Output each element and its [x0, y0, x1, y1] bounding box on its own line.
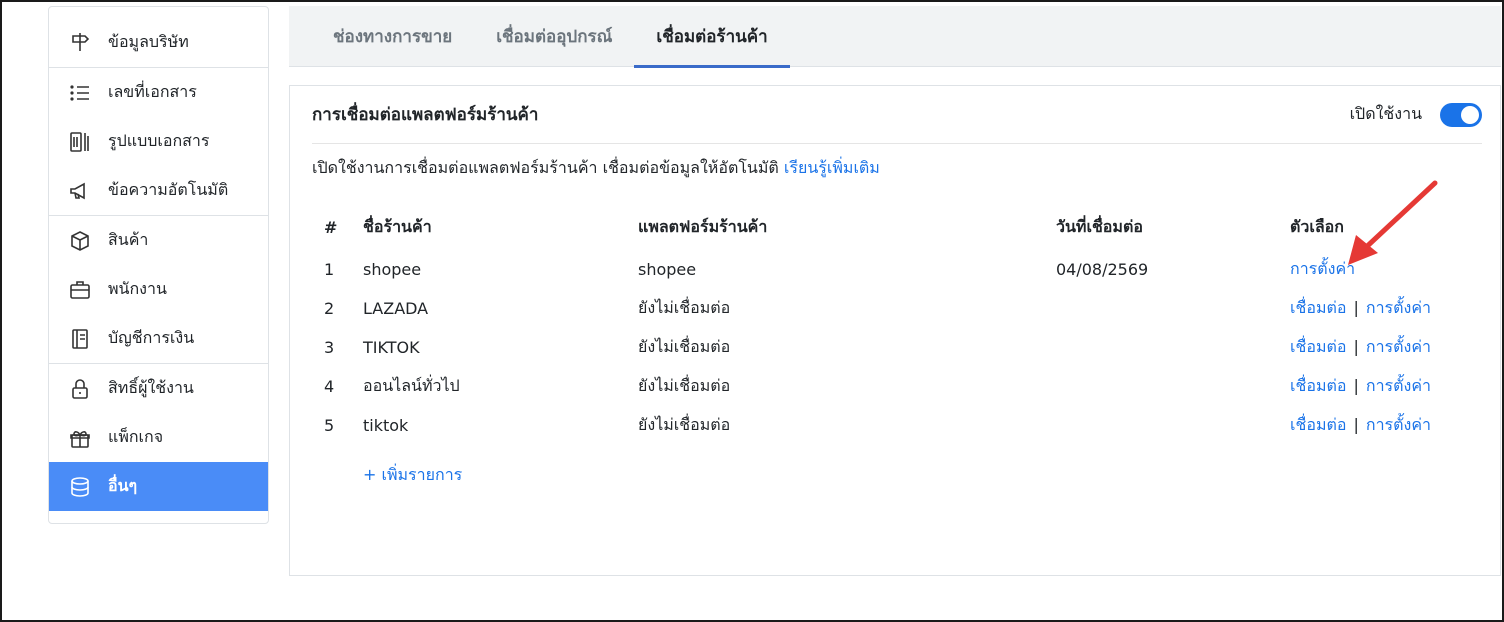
connect-date [1056, 406, 1290, 445]
sidebar-item-document-tools[interactable]: รูปแบบเอกสาร [49, 117, 268, 166]
sidebar-item-label: รูปแบบเอกสาร [108, 131, 210, 150]
row-options: เชื่อมต่อ | การตั้งค่า [1290, 328, 1490, 367]
briefcase-icon [67, 277, 93, 303]
header-store-name: ชื่อร้านค้า [363, 216, 432, 236]
sidebar-item-label: ข้อความอัตโนมัติ [108, 180, 229, 199]
gift-icon [67, 425, 93, 451]
connect-date: 04/08/2569 [1056, 260, 1149, 279]
card-description: เปิดใช้งานการเชื่อมต่อแพลตฟอร์มร้านค้า เ… [312, 156, 880, 181]
tab-bar: ช่องทางการขาย เชื่อมต่ออุปกรณ์ เชื่อมต่อร้… [289, 6, 1501, 68]
connect-link[interactable]: เชื่อมต่อ [1290, 376, 1346, 395]
sidebar-item-list[interactable]: เลขที่เอกสาร [49, 68, 268, 117]
settings-sidebar: ข้อมูลบริษัทเลขที่เอกสารรูปแบบเอกสารข้อค… [48, 6, 269, 524]
store-name: ออนไลน์ทั่วไป [363, 376, 460, 395]
sidebar-group: ข้อมูลบริษัท [49, 7, 268, 68]
enable-toggle-group: เปิดใช้งาน [1350, 102, 1482, 127]
row-number: 2 [324, 299, 335, 318]
sidebar-item-label: พนักงาน [108, 279, 167, 298]
header-platform: แพลตฟอร์มร้านค้า [638, 216, 768, 236]
sidebar-item-box[interactable]: สินค้า [49, 216, 268, 265]
sidebar-item-megaphone[interactable]: ข้อความอัตโนมัติ [49, 166, 268, 215]
lock-icon [67, 376, 93, 402]
table-row: 4 ออนไลน์ทั่วไป ยังไม่เชื่อมต่อ เชื่อมต่อ | ก… [312, 367, 1490, 406]
sidebar-item-lock[interactable]: สิทธิ์ผู้ใช้งาน [49, 364, 268, 413]
megaphone-icon [67, 178, 93, 204]
option-separator: | [1353, 415, 1359, 434]
table-row: 1 shopee shopee 04/08/2569 การตั้งค่า [312, 250, 1490, 289]
enable-toggle-label: เปิดใช้งาน [1349, 104, 1422, 123]
table-row: 3 TIKTOK ยังไม่เชื่อมต่อ เชื่อมต่อ | การตั้งค… [312, 328, 1490, 367]
sidebar-item-label: บัญชีการเงิน [108, 328, 195, 347]
settings-link[interactable]: การตั้งค่า [1366, 298, 1431, 317]
row-number: 3 [324, 338, 335, 357]
row-options: เชื่อมต่อ | การตั้งค่า [1290, 289, 1490, 328]
option-separator: | [1353, 376, 1359, 395]
store-platform: shopee [638, 260, 697, 279]
connect-date [1056, 367, 1290, 406]
store-platform: ยังไม่เชื่อมต่อ [638, 415, 731, 434]
settings-link[interactable]: การตั้งค่า [1366, 376, 1431, 395]
tab-1[interactable]: ช่องทางการขาย [311, 6, 474, 67]
settings-link[interactable]: การตั้งค่า [1366, 337, 1431, 356]
box-icon [67, 228, 93, 254]
sidebar-item-label: สิทธิ์ผู้ใช้งาน [108, 378, 194, 397]
sidebar-group: เลขที่เอกสารรูปแบบเอกสารข้อความอัตโนมัติ [49, 68, 268, 216]
settings-link[interactable]: การตั้งค่า [1366, 415, 1431, 434]
table-row: 2 LAZADA ยังไม่เชื่อมต่อ เชื่อมต่อ | การตั้งค… [312, 289, 1490, 328]
description-text: เปิดใช้งานการเชื่อมต่อแพลตฟอร์มร้านค้า เ… [312, 158, 779, 177]
connect-date [1056, 328, 1290, 367]
ledger-icon [67, 326, 93, 352]
tab-3[interactable]: เชื่อมต่อร้านค้า [634, 6, 790, 68]
header-number: # [324, 217, 338, 237]
sidebar-item-ledger[interactable]: บัญชีการเงิน [49, 314, 268, 363]
document-tools-icon [67, 129, 93, 155]
store-name: TIKTOK [363, 338, 420, 357]
option-separator: | [1353, 298, 1359, 317]
sidebar-group: สินค้าพนักงานบัญชีการเงิน [49, 216, 268, 364]
annotation-arrow-icon [1348, 180, 1438, 265]
sidebar-item-briefcase[interactable]: พนักงาน [49, 265, 268, 314]
row-options: เชื่อมต่อ | การตั้งค่า [1290, 406, 1490, 445]
connect-link[interactable]: เชื่อมต่อ [1290, 298, 1346, 317]
sidebar-item-label: แพ็กเกจ [108, 427, 164, 446]
card-title: การเชื่อมต่อแพลตฟอร์มร้านค้า [312, 105, 539, 125]
store-table: # ชื่อร้านค้า แพลตฟอร์มร้านค้า วันที่เชื… [312, 204, 1490, 445]
sidebar-item-signpost[interactable]: ข้อมูลบริษัท [49, 7, 268, 67]
option-separator: | [1353, 337, 1359, 356]
sidebar-item-label: เลขที่เอกสาร [108, 82, 197, 101]
row-number: 5 [324, 416, 335, 435]
table-row: 5 tiktok ยังไม่เชื่อมต่อ เชื่อมต่อ | การตั้งค… [312, 406, 1490, 445]
connect-link[interactable]: เชื่อมต่อ [1290, 337, 1346, 356]
connect-link[interactable]: เชื่อมต่อ [1290, 415, 1346, 434]
table-header-row: # ชื่อร้านค้า แพลตฟอร์มร้านค้า วันที่เชื… [312, 204, 1490, 250]
tab-2[interactable]: เชื่อมต่ออุปกรณ์ [474, 6, 634, 67]
store-name: shopee [363, 260, 422, 279]
sidebar-item-label: สินค้า [108, 230, 149, 249]
store-name: tiktok [363, 416, 409, 435]
add-item-link[interactable]: + เพิ่มรายการ [363, 463, 462, 488]
store-platform: ยังไม่เชื่อมต่อ [638, 298, 731, 317]
signpost-icon [67, 29, 93, 55]
list-icon [67, 80, 93, 106]
database-icon [67, 474, 93, 500]
store-platform: ยังไม่เชื่อมต่อ [638, 376, 731, 395]
store-platform: ยังไม่เชื่อมต่อ [638, 337, 731, 356]
row-options: เชื่อมต่อ | การตั้งค่า [1290, 367, 1490, 406]
sidebar-item-database[interactable]: อื่นๆ [49, 462, 268, 511]
store-connection-card: การเชื่อมต่อแพลตฟอร์มร้านค้า เปิดใช้งาน … [289, 85, 1501, 576]
sidebar-item-label: ข้อมูลบริษัท [108, 31, 189, 51]
sidebar-item-gift[interactable]: แพ็กเกจ [49, 413, 268, 462]
connect-date [1056, 289, 1290, 328]
row-number: 4 [324, 377, 335, 396]
store-name: LAZADA [363, 299, 429, 318]
sidebar-group: สิทธิ์ผู้ใช้งานแพ็กเกจอื่นๆ [49, 364, 268, 511]
header-connect-date: วันที่เชื่อมต่อ [1056, 216, 1143, 236]
sidebar-item-label: อื่นๆ [108, 476, 138, 495]
row-number: 1 [324, 260, 335, 279]
learn-more-link[interactable]: เรียนรู้เพิ่มเติม [784, 158, 880, 177]
card-header: การเชื่อมต่อแพลตฟอร์มร้านค้า เปิดใช้งาน [312, 86, 1482, 144]
enable-toggle-switch[interactable] [1440, 102, 1482, 127]
